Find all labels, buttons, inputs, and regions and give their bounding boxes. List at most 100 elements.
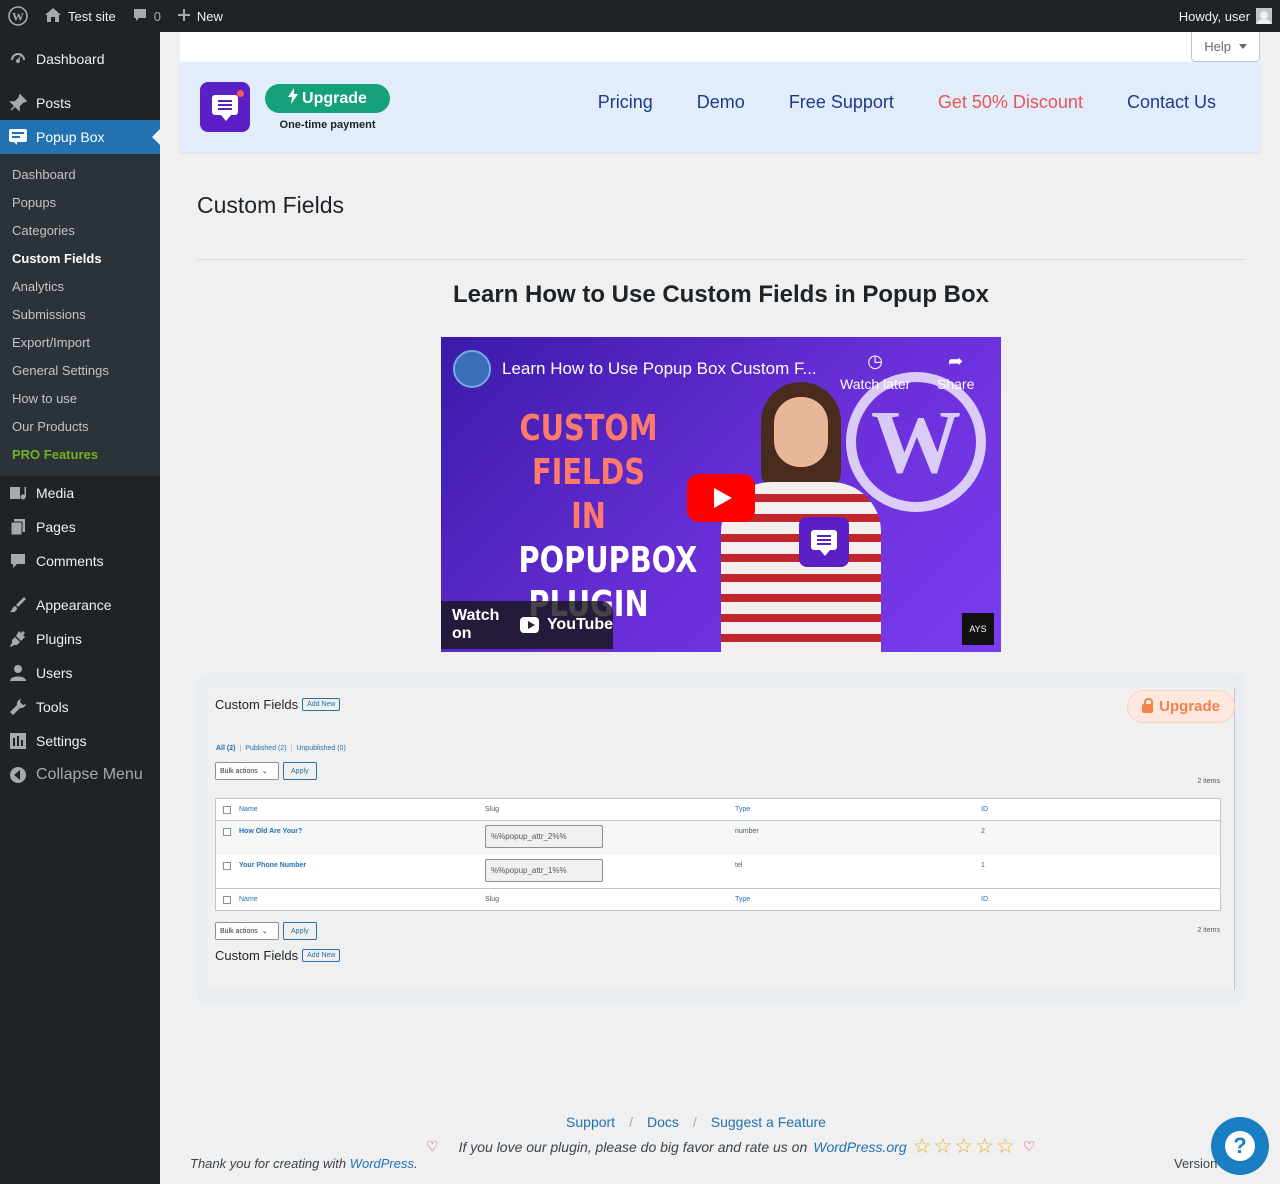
submenu-analytics[interactable]: Analytics bbox=[0, 273, 160, 301]
menu-plugins[interactable]: Plugins bbox=[0, 622, 160, 656]
rating-stars-icon[interactable]: ☆☆☆☆☆ bbox=[913, 1134, 1017, 1159]
wordpress-org-link[interactable]: WordPress.org bbox=[813, 1139, 906, 1155]
menu-comments-label: Comments bbox=[36, 553, 104, 569]
caret-down-icon bbox=[1239, 44, 1247, 49]
watch-later-button[interactable]: ◷ Watch later bbox=[840, 351, 910, 392]
submenu-pro-features[interactable]: PRO Features bbox=[0, 441, 160, 469]
pro-feature-preview: Custom Fields Add New All (2) | Published… bbox=[197, 673, 1245, 1004]
menu-users-label: Users bbox=[36, 665, 73, 681]
collapse-menu-label: Collapse Menu bbox=[36, 766, 143, 783]
submenu-general-settings[interactable]: General Settings bbox=[0, 357, 160, 385]
comments-count: 0 bbox=[153, 8, 161, 24]
heart-icon: ♡ bbox=[1022, 1138, 1036, 1154]
new-label: New bbox=[196, 8, 223, 24]
youtube-video-embed[interactable]: W CUSTOM FIELDS IN POPUPBOX PLUGIN Learn… bbox=[441, 337, 1001, 652]
collapse-menu-button[interactable]: Collapse Menu bbox=[0, 758, 160, 792]
menu-pages-label: Pages bbox=[36, 519, 76, 535]
help-chat-button[interactable]: ? bbox=[1211, 1117, 1269, 1175]
youtube-logo-icon bbox=[520, 617, 539, 633]
comments-link[interactable]: 0 bbox=[124, 0, 169, 32]
admin-sidebar: Dashboard Posts Popup Box Dashboard Popu… bbox=[0, 32, 160, 1184]
submenu-categories[interactable]: Categories bbox=[0, 217, 160, 245]
support-link[interactable]: Support bbox=[566, 1114, 615, 1130]
site-name: Test site bbox=[68, 8, 116, 24]
avatar bbox=[1256, 8, 1272, 24]
watch-on-label: Watch on bbox=[452, 607, 500, 642]
submenu-export-import[interactable]: Export/Import bbox=[0, 329, 160, 357]
menu-pages[interactable]: Pages bbox=[0, 510, 160, 544]
help-tab-label: Help bbox=[1204, 39, 1231, 54]
plugin-logo-icon bbox=[200, 82, 250, 132]
pro-upgrade-badge[interactable]: Upgrade bbox=[1127, 690, 1235, 723]
wordpress-logo-icon[interactable]: W bbox=[0, 0, 36, 32]
divider bbox=[197, 259, 1245, 260]
menu-tools-label: Tools bbox=[36, 699, 69, 715]
submenu-how-to-use[interactable]: How to use bbox=[0, 385, 160, 413]
user-icon bbox=[8, 663, 28, 683]
submenu-popups[interactable]: Popups bbox=[0, 189, 160, 217]
submenu-our-products[interactable]: Our Products bbox=[0, 413, 160, 441]
new-content-link[interactable]: New bbox=[169, 0, 231, 32]
my-account-link[interactable]: Howdy, user bbox=[1171, 0, 1280, 32]
contact-us-link[interactable]: Contact Us bbox=[1127, 92, 1216, 113]
admin-bar: W Test site 0 New Howdy, user bbox=[0, 0, 1280, 32]
menu-tools[interactable]: Tools bbox=[0, 690, 160, 724]
one-time-payment-text: One-time payment bbox=[279, 119, 376, 131]
preview-table-header: Name Slug Type ID bbox=[216, 799, 1220, 821]
table-row: How Old Are Your? %%popup_attr_2%% numbe… bbox=[216, 821, 1220, 855]
share-button[interactable]: ➦ Share bbox=[937, 351, 974, 392]
preview-items-count-top: 2 items bbox=[1197, 778, 1220, 785]
pricing-link[interactable]: Pricing bbox=[598, 92, 653, 113]
channel-badge: AYS bbox=[962, 613, 994, 645]
menu-comments[interactable]: Comments bbox=[0, 544, 160, 578]
question-mark-icon: ? bbox=[1225, 1131, 1255, 1161]
share-label: Share bbox=[937, 376, 975, 392]
menu-appearance[interactable]: Appearance bbox=[0, 588, 160, 622]
wordpress-link[interactable]: WordPress bbox=[350, 1156, 414, 1171]
svg-text:W: W bbox=[12, 10, 24, 24]
media-icon bbox=[8, 483, 28, 503]
submenu-custom-fields[interactable]: Custom Fields bbox=[0, 245, 160, 273]
upgrade-button[interactable]: Upgrade bbox=[265, 84, 390, 113]
help-tab-button[interactable]: Help bbox=[1191, 32, 1260, 62]
menu-popup-box[interactable]: Popup Box bbox=[0, 120, 160, 154]
menu-settings-label: Settings bbox=[36, 733, 87, 749]
preview-bulk-actions-top: Bulk actions ⌄ Apply bbox=[215, 762, 317, 780]
channel-avatar-icon[interactable] bbox=[453, 350, 491, 388]
rate-text: If you love our plugin, please do big fa… bbox=[458, 1138, 808, 1155]
preview-table-footer: Name Slug Type ID bbox=[216, 890, 1220, 912]
video-title[interactable]: Learn How to Use Popup Box Custom F... bbox=[502, 359, 817, 379]
demo-link[interactable]: Demo bbox=[697, 92, 745, 113]
comments-icon bbox=[8, 551, 28, 571]
screen-meta-strip bbox=[180, 32, 1260, 62]
promo-banner: Upgrade One-time payment Pricing Demo Fr… bbox=[180, 62, 1260, 152]
preview-title-bottom: Custom Fields Add New bbox=[215, 948, 341, 963]
submenu-submissions[interactable]: Submissions bbox=[0, 301, 160, 329]
discount-link[interactable]: Get 50% Discount bbox=[938, 92, 1083, 113]
docs-link[interactable]: Docs bbox=[647, 1114, 679, 1130]
site-name-link[interactable]: Test site bbox=[36, 0, 124, 32]
suggest-feature-link[interactable]: Suggest a Feature bbox=[711, 1114, 826, 1130]
play-button-icon[interactable] bbox=[687, 474, 755, 522]
lightning-icon bbox=[288, 88, 299, 109]
lock-icon bbox=[1142, 698, 1154, 713]
menu-users[interactable]: Users bbox=[0, 656, 160, 690]
pages-icon bbox=[8, 517, 28, 537]
preview-add-new-button: Add New bbox=[302, 698, 341, 711]
menu-dashboard[interactable]: Dashboard bbox=[0, 42, 160, 76]
free-support-link[interactable]: Free Support bbox=[789, 92, 894, 113]
preview-bulk-actions-bottom: Bulk actions ⌄ Apply bbox=[215, 922, 317, 940]
menu-plugins-label: Plugins bbox=[36, 631, 82, 647]
menu-media[interactable]: Media bbox=[0, 476, 160, 510]
menu-dashboard-label: Dashboard bbox=[36, 51, 105, 67]
howdy-text: Howdy, user bbox=[1178, 8, 1250, 24]
submenu-dashboard[interactable]: Dashboard bbox=[0, 161, 160, 189]
menu-settings[interactable]: Settings bbox=[0, 724, 160, 758]
share-arrow-icon: ➦ bbox=[948, 351, 964, 371]
section-title: Learn How to Use Custom Fields in Popup … bbox=[452, 281, 990, 308]
watch-on-youtube-button[interactable]: Watch on YouTube bbox=[441, 601, 613, 649]
menu-posts[interactable]: Posts bbox=[0, 86, 160, 120]
preview-table: Name Slug Type ID How Old Are Your? %%po… bbox=[215, 798, 1221, 911]
comment-bubble-icon bbox=[132, 7, 148, 26]
home-icon bbox=[44, 7, 62, 26]
